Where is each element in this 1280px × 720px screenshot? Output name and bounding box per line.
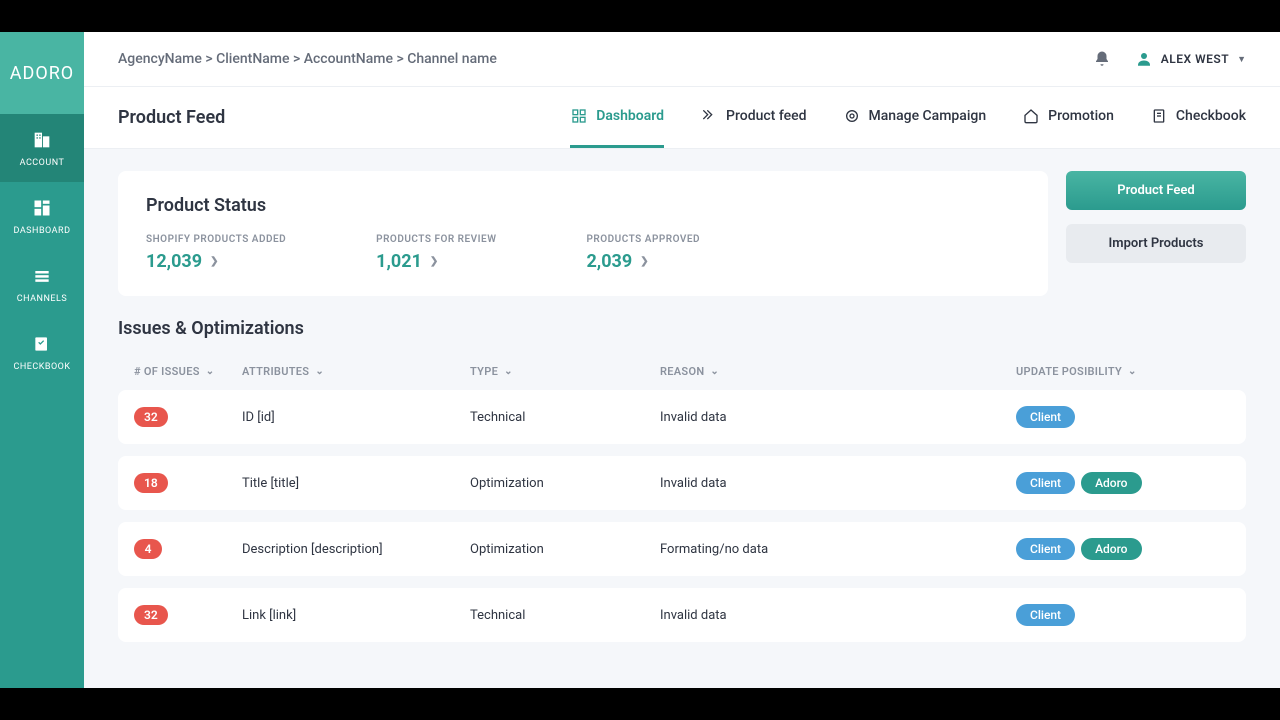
col-reason-header[interactable]: REASON⌄ [660,365,1016,378]
checkbook-icon [30,332,54,356]
status-title: Product Status [146,195,1020,216]
caret-down-icon: ▼ [1237,54,1246,65]
tab-dashboard[interactable]: Dashboard [570,87,664,148]
metric-label: PRODUCTS FOR REVIEW [376,234,496,245]
cell-attribute: ID [id] [242,410,470,425]
issues-title: Issues & Optimizations [118,318,1246,339]
cell-reason: Invalid data [660,608,1016,623]
sidebar-item-label: CHECKBOOK [13,362,70,372]
update-pill: Client [1016,472,1075,494]
brand-logo: ADORO [0,32,84,114]
cell-reason: Formating/no data [660,542,1016,557]
sidebar-item-account[interactable]: ACCOUNT [0,114,84,182]
target-icon [843,107,861,125]
user-name: ALEX WEST [1161,52,1229,66]
chevron-right-icon: ❯ [210,256,218,267]
metric-label: SHOPIFY PRODUCTS ADDED [146,234,286,245]
cell-update: Client Adoro [1016,472,1230,494]
update-pill: Client [1016,406,1075,428]
sidebar-item-channels[interactable]: CHANNELS [0,250,84,318]
page-title: Product Feed [118,87,225,148]
metric-shopify-added: SHOPIFY PRODUCTS ADDED 12,039 ❯ [146,234,286,272]
issue-count-badge: 32 [134,605,168,625]
cell-type: Technical [470,608,660,623]
sidebar-item-dashboard[interactable]: DASHBOARD [0,182,84,250]
home-icon [1022,107,1040,125]
tab-manage-campaign[interactable]: Manage Campaign [843,87,987,148]
chevron-down-icon: ⌄ [710,366,719,377]
notifications-icon[interactable] [1093,50,1111,68]
letterbox-bottom [0,688,1280,720]
cell-attribute: Link [link] [242,608,470,623]
update-pill: Client [1016,538,1075,560]
product-feed-button[interactable]: Product Feed [1066,171,1246,210]
chevron-down-icon: ⌄ [206,366,215,377]
feed-icon [700,107,718,125]
sidebar-item-checkbook[interactable]: CHECKBOOK [0,318,84,386]
cell-type: Optimization [470,476,660,491]
metric-label: PRODUCTS APPROVED [586,234,700,245]
dashboard-icon [30,196,54,220]
chevron-right-icon: ❯ [430,256,438,267]
chevron-down-icon: ⌄ [315,366,324,377]
import-products-button[interactable]: Import Products [1066,224,1246,263]
col-issues-header[interactable]: # OF ISSUES⌄ [134,365,242,378]
user-menu[interactable]: ALEX WEST ▼ [1135,50,1246,68]
tab-label: Dashboard [596,108,664,124]
user-icon [1135,50,1153,68]
update-pill: Adoro [1081,472,1141,494]
tab-label: Promotion [1048,108,1114,124]
metric-approved: PRODUCTS APPROVED 2,039 ❯ [586,234,700,272]
cell-update: Client [1016,406,1230,428]
metric-value-link[interactable]: 2,039 ❯ [586,251,700,272]
tab-product-feed[interactable]: Product feed [700,87,806,148]
tab-promotion[interactable]: Promotion [1022,87,1114,148]
update-pill: Adoro [1081,538,1141,560]
tab-checkbook[interactable]: Checkbook [1150,87,1246,148]
chevron-right-icon: ❯ [640,256,648,267]
update-pill: Client [1016,604,1075,626]
cell-type: Technical [470,410,660,425]
cell-type: Optimization [470,542,660,557]
metric-value-link[interactable]: 12,039 ❯ [146,251,286,272]
table-row[interactable]: 32 Link [link] Technical Invalid data Cl… [118,588,1246,642]
col-update-header[interactable]: UPDATE POSIBILITY⌄ [1016,365,1230,378]
issue-count-badge: 18 [134,473,168,493]
cell-update: Client Adoro [1016,538,1230,560]
subheader: Product Feed Dashboard Product feed [84,87,1280,149]
cell-update: Client [1016,604,1230,626]
chevron-down-icon: ⌄ [504,366,513,377]
col-attributes-header[interactable]: ATTRIBUTES⌄ [242,365,470,378]
sidebar: ADORO ACCOUNT DASHBOARD CHANNELS CHECKBO… [0,32,84,720]
product-status-card: Product Status SHOPIFY PRODUCTS ADDED 12… [118,171,1048,296]
breadcrumb[interactable]: AgencyName > ClientName > AccountName > … [118,51,497,67]
tab-label: Manage Campaign [869,108,987,124]
grid-icon [570,107,588,125]
header: AgencyName > ClientName > AccountName > … [84,32,1280,87]
table-row[interactable]: 32 ID [id] Technical Invalid data Client [118,390,1246,444]
building-icon [30,128,54,152]
metric-value-link[interactable]: 1,021 ❯ [376,251,496,272]
issue-count-badge: 4 [134,539,162,559]
sidebar-item-label: CHANNELS [17,294,67,304]
col-type-header[interactable]: TYPE⌄ [470,365,660,378]
tab-label: Product feed [726,108,806,124]
chevron-down-icon: ⌄ [1128,366,1137,377]
issues-table-header: # OF ISSUES⌄ ATTRIBUTES⌄ TYPE⌄ REASON⌄ U… [118,353,1246,390]
cell-attribute: Title [title] [242,476,470,491]
cell-reason: Invalid data [660,476,1016,491]
sidebar-item-label: ACCOUNT [20,158,65,168]
channels-icon [30,264,54,288]
cell-attribute: Description [description] [242,542,470,557]
table-row[interactable]: 18 Title [title] Optimization Invalid da… [118,456,1246,510]
issue-count-badge: 32 [134,407,168,427]
sidebar-item-label: DASHBOARD [14,226,71,236]
letterbox-top [0,0,1280,32]
cell-reason: Invalid data [660,410,1016,425]
table-row[interactable]: 4 Description [description] Optimization… [118,522,1246,576]
tab-label: Checkbook [1176,108,1246,124]
metric-for-review: PRODUCTS FOR REVIEW 1,021 ❯ [376,234,496,272]
document-icon [1150,107,1168,125]
